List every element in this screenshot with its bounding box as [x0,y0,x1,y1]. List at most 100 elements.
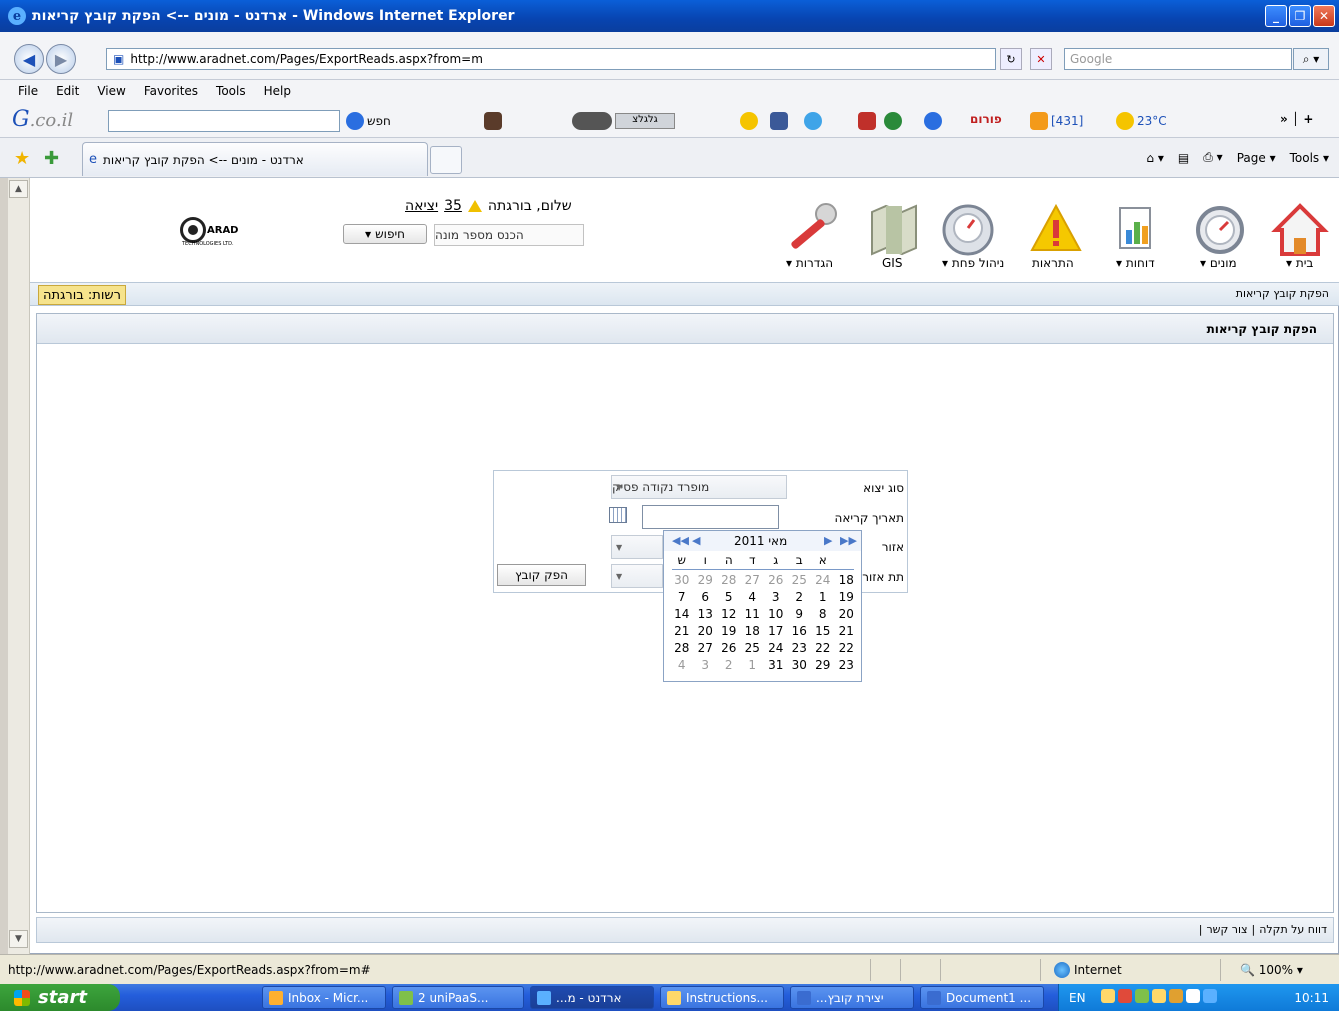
calendar-day[interactable]: 2 [788,590,812,604]
messenger-icon[interactable] [804,112,822,130]
calendar-day[interactable]: 30 [788,658,812,672]
maximize-button[interactable]: ❐ [1289,5,1311,27]
calendar-day[interactable]: 28 [717,573,741,587]
tab-active[interactable]: e ארדנט - מונים --> הפקת קובץ קריאות [82,142,428,176]
portal-link[interactable]: פורום [970,112,1002,126]
nav-alerts[interactable]: התראות [1032,256,1074,270]
toolbar-more-button[interactable]: » │ + [1280,112,1313,126]
calendar-day[interactable]: 25 [788,573,812,587]
gco-search-button[interactable]: חפש [346,112,391,130]
gis-map-icon[interactable] [864,200,924,260]
calendar-day[interactable]: 9 [788,607,812,621]
calendar-day[interactable]: 21 [670,624,694,638]
calendar-day[interactable]: 25 [741,641,765,655]
calendar-day[interactable]: 5 [717,590,741,604]
next-month-icon[interactable]: ▶ [824,534,832,547]
smiley-icon[interactable] [740,112,758,130]
alerts-count-link[interactable]: 35 [444,198,462,214]
calendar-day[interactable]: 7 [670,590,694,604]
radio-widget[interactable]: גלגלצ [572,112,675,130]
nav-meters[interactable]: מונים ▾ [1200,256,1237,270]
export-type-select[interactable]: ▼ מופרד נקודה פסיק [611,475,787,499]
warning-icon[interactable] [467,200,482,212]
refresh-button[interactable]: ↻ [1000,48,1022,70]
nav-settings[interactable]: הגדרות ▾ [786,256,833,270]
tray-icon[interactable] [1101,989,1115,1003]
calendar-day[interactable]: 28 [670,641,694,655]
language-indicator[interactable]: EN [1069,991,1086,1005]
meters-gauge-icon[interactable] [1190,200,1250,260]
calendar-day[interactable]: 26 [764,573,788,587]
read-date-input[interactable] [642,505,779,529]
zoom-control[interactable]: 🔍 100% ▾ [1240,963,1303,977]
taskbar-item-document1[interactable]: Document1 ... [920,986,1044,1009]
calendar-day[interactable]: 16 [788,624,812,638]
page-menu[interactable]: Page ▾ [1237,151,1276,165]
prev-month-icon[interactable]: ◀ [692,534,700,547]
menu-tools[interactable]: Tools [216,84,246,98]
calendar-day[interactable]: 20 [694,624,718,638]
new-tab-button[interactable] [430,146,462,174]
calendar-day[interactable]: 10 [764,607,788,621]
vertical-scrollbar[interactable]: ▲ ▼ [8,178,30,954]
search-input[interactable]: Google [1064,48,1292,70]
info-icon[interactable] [924,112,942,130]
tray-icon[interactable] [1118,989,1132,1003]
calendar-day[interactable]: 2 [717,658,741,672]
calendar-day[interactable]: 13 [694,607,718,621]
meter-number-input[interactable]: הכנס מספר מונה [434,224,584,246]
tray-icon[interactable] [1169,989,1183,1003]
feeds-icon[interactable]: ▤ [1178,151,1189,165]
area-select[interactable]: ▼ [611,535,663,559]
stop-button[interactable]: ✕ [1030,48,1052,70]
forward-button[interactable]: ▶ [46,44,76,74]
prev-year-icon[interactable]: ◀◀ [672,534,689,547]
calendar-day[interactable]: 18 [741,624,765,638]
nav-gis[interactable]: GIS [882,256,902,270]
calendar-day[interactable]: 4 [670,658,694,672]
taskbar-item-aradnet[interactable]: ארדנט - מ... [530,986,654,1009]
print-icon[interactable]: ⎙ ▾ [1203,150,1222,165]
favorites-star-icon[interactable]: ★ [14,148,30,169]
nav-reports[interactable]: דוחות ▾ [1116,256,1155,270]
calendar-day[interactable]: 30 [670,573,694,587]
menu-view[interactable]: View [97,84,125,98]
menu-file[interactable]: File [18,84,38,98]
calendar-day[interactable]: 6 [694,590,718,604]
taskbar-item-inbox[interactable]: Inbox - Micr... [262,986,386,1009]
facebook-icon[interactable] [770,112,788,130]
youtube-icon[interactable] [858,112,876,130]
calendar-day[interactable]: 3 [764,590,788,604]
calendar-day[interactable]: 14 [670,607,694,621]
calendar-day[interactable]: 1 [811,590,835,604]
address-bar[interactable]: ▣ http://www.aradnet.com/Pages/ExportRea… [106,48,996,70]
logout-link[interactable]: יציאה [405,198,438,214]
calendar-day[interactable]: 24 [811,573,835,587]
calendar-day[interactable]: 19 [717,624,741,638]
settings-wrench-icon[interactable] [782,200,842,260]
calendar-day[interactable]: 12 [717,607,741,621]
tray-icon[interactable] [1135,989,1149,1003]
calendar-icon[interactable] [609,507,627,523]
home-icon[interactable]: ⌂ ▾ [1146,151,1163,165]
close-button[interactable]: ✕ [1313,5,1335,27]
calendar-day[interactable]: 22 [811,641,835,655]
calendar-day[interactable]: 27 [741,573,765,587]
add-favorite-icon[interactable]: ✚ [44,148,59,169]
calendar-day[interactable]: 15 [811,624,835,638]
calendar-day[interactable]: 23 [788,641,812,655]
next-year-icon[interactable]: ▶▶ [840,534,857,547]
taskbar-item-instructions[interactable]: Instructions... [660,986,784,1009]
calendar-day[interactable]: 26 [717,641,741,655]
reports-chart-icon[interactable] [1108,200,1168,260]
calendar-day[interactable]: 29 [694,573,718,587]
calendar-day[interactable]: 17 [764,624,788,638]
scroll-down-button[interactable]: ▼ [9,930,28,948]
globe-icon[interactable] [884,112,902,130]
tray-icon[interactable] [1203,989,1217,1003]
menu-favorites[interactable]: Favorites [144,84,198,98]
search-icon[interactable]: ⌕ ▾ [1293,48,1329,70]
calendar-day[interactable]: 27 [694,641,718,655]
mail-count[interactable]: [431] [1030,112,1083,130]
tray-icon[interactable] [1186,989,1200,1003]
